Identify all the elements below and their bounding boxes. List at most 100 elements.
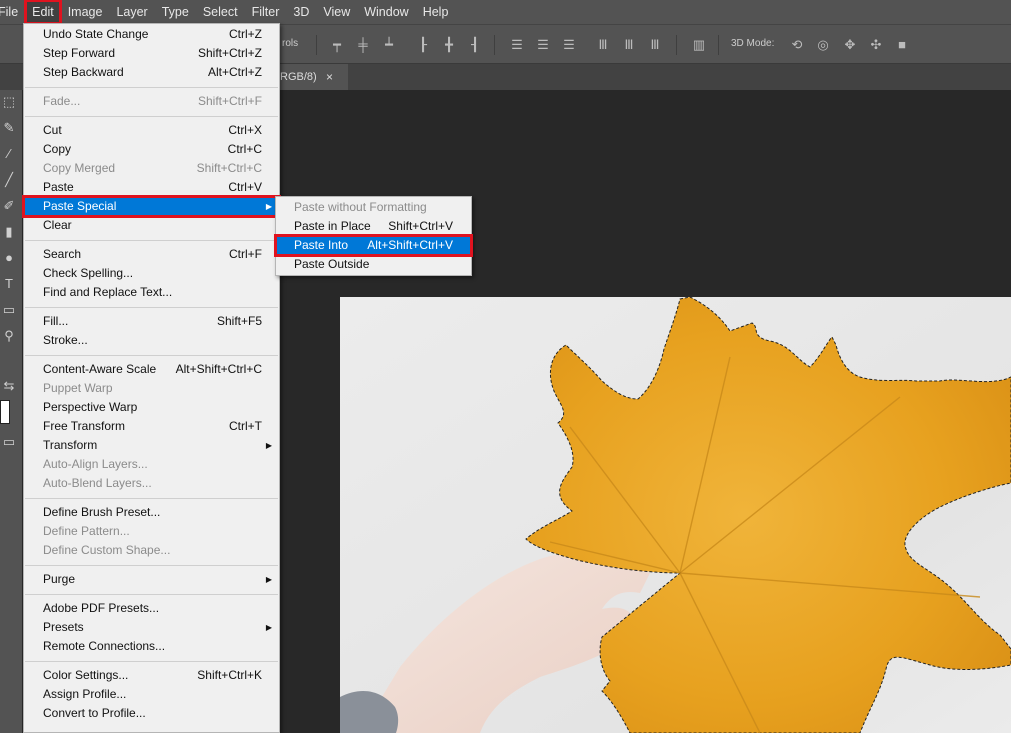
- submenu-item-paste-outside[interactable]: Paste Outside: [276, 255, 471, 274]
- menu-item-adobe-pdf-presets[interactable]: Adobe PDF Presets...: [24, 599, 279, 618]
- menu-item-shortcut: Shift+Ctrl+F: [197, 94, 262, 108]
- document-tab-title: RGB/8): [280, 71, 317, 83]
- shape-tool-icon[interactable]: ▭: [1, 302, 17, 318]
- menu-separator: [25, 116, 278, 117]
- foreground-color-swatch[interactable]: [0, 400, 10, 424]
- menu-item-free-transform[interactable]: Free Transform Ctrl+T: [24, 417, 279, 436]
- 3d-slide-icon[interactable]: ✣: [869, 38, 883, 52]
- distribute-vertical-center-icon[interactable]: ☰: [536, 38, 550, 52]
- options-separator: [494, 35, 495, 55]
- menu-image[interactable]: Image: [61, 0, 110, 24]
- menu-separator: [25, 565, 278, 566]
- 3d-roll-icon[interactable]: ◎: [816, 38, 830, 52]
- distribute-horizontal-center-icon[interactable]: Ⅲ: [622, 38, 636, 52]
- clone-stamp-tool-icon[interactable]: ✐: [1, 198, 17, 214]
- gradient-tool-icon[interactable]: ▮: [1, 224, 17, 240]
- menu-item-define-brush-preset[interactable]: Define Brush Preset...: [24, 503, 279, 522]
- menu-item-color-settings[interactable]: Color Settings... Shift+Ctrl+K: [24, 666, 279, 685]
- quick-selection-tool-icon[interactable]: ✎: [1, 120, 17, 136]
- menu-separator: [25, 87, 278, 88]
- align-right-icon[interactable]: ┨: [468, 38, 482, 52]
- align-bottom-icon[interactable]: ┷: [382, 38, 396, 52]
- options-separator: [718, 35, 719, 55]
- marquee-tool-icon[interactable]: ⬚: [1, 94, 17, 110]
- menu-file[interactable]: File: [0, 0, 25, 24]
- auto-align-icon[interactable]: ▥: [692, 38, 706, 52]
- menu-item-transform[interactable]: Transform ▶: [24, 436, 279, 455]
- distribute-right-icon[interactable]: Ⅲ: [648, 38, 662, 52]
- menu-item-find-and-replace-text[interactable]: Find and Replace Text...: [24, 283, 279, 302]
- brush-tool-icon[interactable]: ╱: [1, 172, 17, 188]
- menu-item-remote-connections[interactable]: Remote Connections...: [24, 637, 279, 656]
- menu-item-purge[interactable]: Purge ▶: [24, 570, 279, 589]
- menu-item-step-forward[interactable]: Step Forward Shift+Ctrl+Z: [24, 44, 279, 63]
- distribute-top-icon[interactable]: ☰: [510, 38, 524, 52]
- menu-3d[interactable]: 3D: [286, 0, 316, 24]
- 3d-orbit-icon[interactable]: ⟲: [790, 38, 804, 52]
- menu-item-shortcut: Shift+Ctrl+Z: [197, 46, 262, 60]
- menu-item-presets[interactable]: Presets ▶: [24, 618, 279, 637]
- menu-item-stroke[interactable]: Stroke...: [24, 331, 279, 350]
- menu-layer[interactable]: Layer: [109, 0, 154, 24]
- submenu-item-label: Paste Into: [294, 238, 349, 252]
- menu-view[interactable]: View: [316, 0, 357, 24]
- menu-item-search[interactable]: Search Ctrl+F: [24, 245, 279, 264]
- menu-help[interactable]: Help: [416, 0, 456, 24]
- zoom-tool-icon[interactable]: ⚲: [1, 328, 17, 344]
- menu-item-label: Transform: [43, 438, 98, 452]
- align-top-icon[interactable]: ┯: [330, 38, 344, 52]
- controls-label: rols: [282, 38, 299, 49]
- menu-type[interactable]: Type: [155, 0, 196, 24]
- menu-item-check-spelling[interactable]: Check Spelling...: [24, 264, 279, 283]
- submenu-arrow-icon: ▶: [265, 202, 272, 211]
- menu-item-content-aware-scale[interactable]: Content-Aware Scale Alt+Shift+Ctrl+C: [24, 360, 279, 379]
- menu-window[interactable]: Window: [357, 0, 415, 24]
- menu-item-label: Perspective Warp: [43, 400, 138, 414]
- menu-item-undo-state-change[interactable]: Undo State Change Ctrl+Z: [24, 25, 279, 44]
- menu-item-label: Find and Replace Text...: [43, 285, 173, 299]
- submenu-arrow-icon: ▶: [265, 441, 272, 450]
- menu-select[interactable]: Select: [196, 0, 245, 24]
- menu-filter[interactable]: Filter: [245, 0, 287, 24]
- menu-separator: [25, 240, 278, 241]
- align-horizontal-center-icon[interactable]: ╋: [442, 38, 456, 52]
- menu-item-paste[interactable]: Paste Ctrl+V: [24, 178, 279, 197]
- menu-item-convert-to-profile[interactable]: Convert to Profile...: [24, 704, 279, 723]
- 3d-pan-icon[interactable]: ✥: [843, 38, 857, 52]
- menu-item-shortcut: Ctrl+F: [229, 247, 262, 261]
- menu-edit[interactable]: Edit: [24, 0, 62, 25]
- menu-item-label: Cut: [43, 123, 62, 137]
- submenu-item-paste-in-place[interactable]: Paste in Place Shift+Ctrl+V: [276, 217, 471, 236]
- menu-item-label: Puppet Warp: [43, 381, 113, 395]
- type-tool-icon[interactable]: T: [1, 276, 17, 292]
- distribute-bottom-icon[interactable]: ☰: [562, 38, 576, 52]
- menu-separator: [25, 355, 278, 356]
- 3d-camera-icon[interactable]: ■: [895, 38, 909, 52]
- menu-bar: File Edit Image Layer Type Select Filter 3D View…: [0, 0, 1011, 25]
- swap-colors-icon[interactable]: ⇆: [1, 378, 17, 394]
- menu-item-label: Fill...: [43, 314, 69, 328]
- submenu-item-paste-into[interactable]: Paste Into Alt+Shift+Ctrl+V: [274, 234, 473, 257]
- document-tab[interactable]: RGB/8) ×: [270, 64, 348, 90]
- close-icon[interactable]: ×: [326, 70, 333, 84]
- align-vertical-center-icon[interactable]: ╪: [356, 38, 370, 52]
- menu-item-perspective-warp[interactable]: Perspective Warp: [24, 398, 279, 417]
- menu-item-define-pattern: Define Pattern...: [24, 522, 279, 541]
- menu-item-copy[interactable]: Copy Ctrl+C: [24, 140, 279, 159]
- eyedropper-tool-icon[interactable]: ⁄: [1, 146, 17, 162]
- menu-item-cut[interactable]: Cut Ctrl+X: [24, 121, 279, 140]
- menu-item-clear[interactable]: Clear: [24, 216, 279, 235]
- menu-item-fill[interactable]: Fill... Shift+F5: [24, 312, 279, 331]
- paste-special-submenu: Paste without Formatting Paste in Place Sh…: [274, 196, 473, 276]
- menu-item-paste-special[interactable]: Paste Special ▶: [22, 195, 281, 218]
- menu-item-step-backward[interactable]: Step Backward Alt+Ctrl+Z: [24, 63, 279, 82]
- menu-separator: [25, 594, 278, 595]
- distribute-left-icon[interactable]: Ⅲ: [596, 38, 610, 52]
- align-left-icon[interactable]: ┠: [416, 38, 430, 52]
- menu-separator: [25, 498, 278, 499]
- screen-mode-icon[interactable]: ▭: [1, 434, 17, 450]
- menu-item-assign-profile[interactable]: Assign Profile...: [24, 685, 279, 704]
- menu-item-label: Adobe PDF Presets...: [43, 601, 160, 615]
- dodge-tool-icon[interactable]: ●: [1, 250, 17, 266]
- menu-item-label: Auto-Blend Layers...: [43, 476, 152, 490]
